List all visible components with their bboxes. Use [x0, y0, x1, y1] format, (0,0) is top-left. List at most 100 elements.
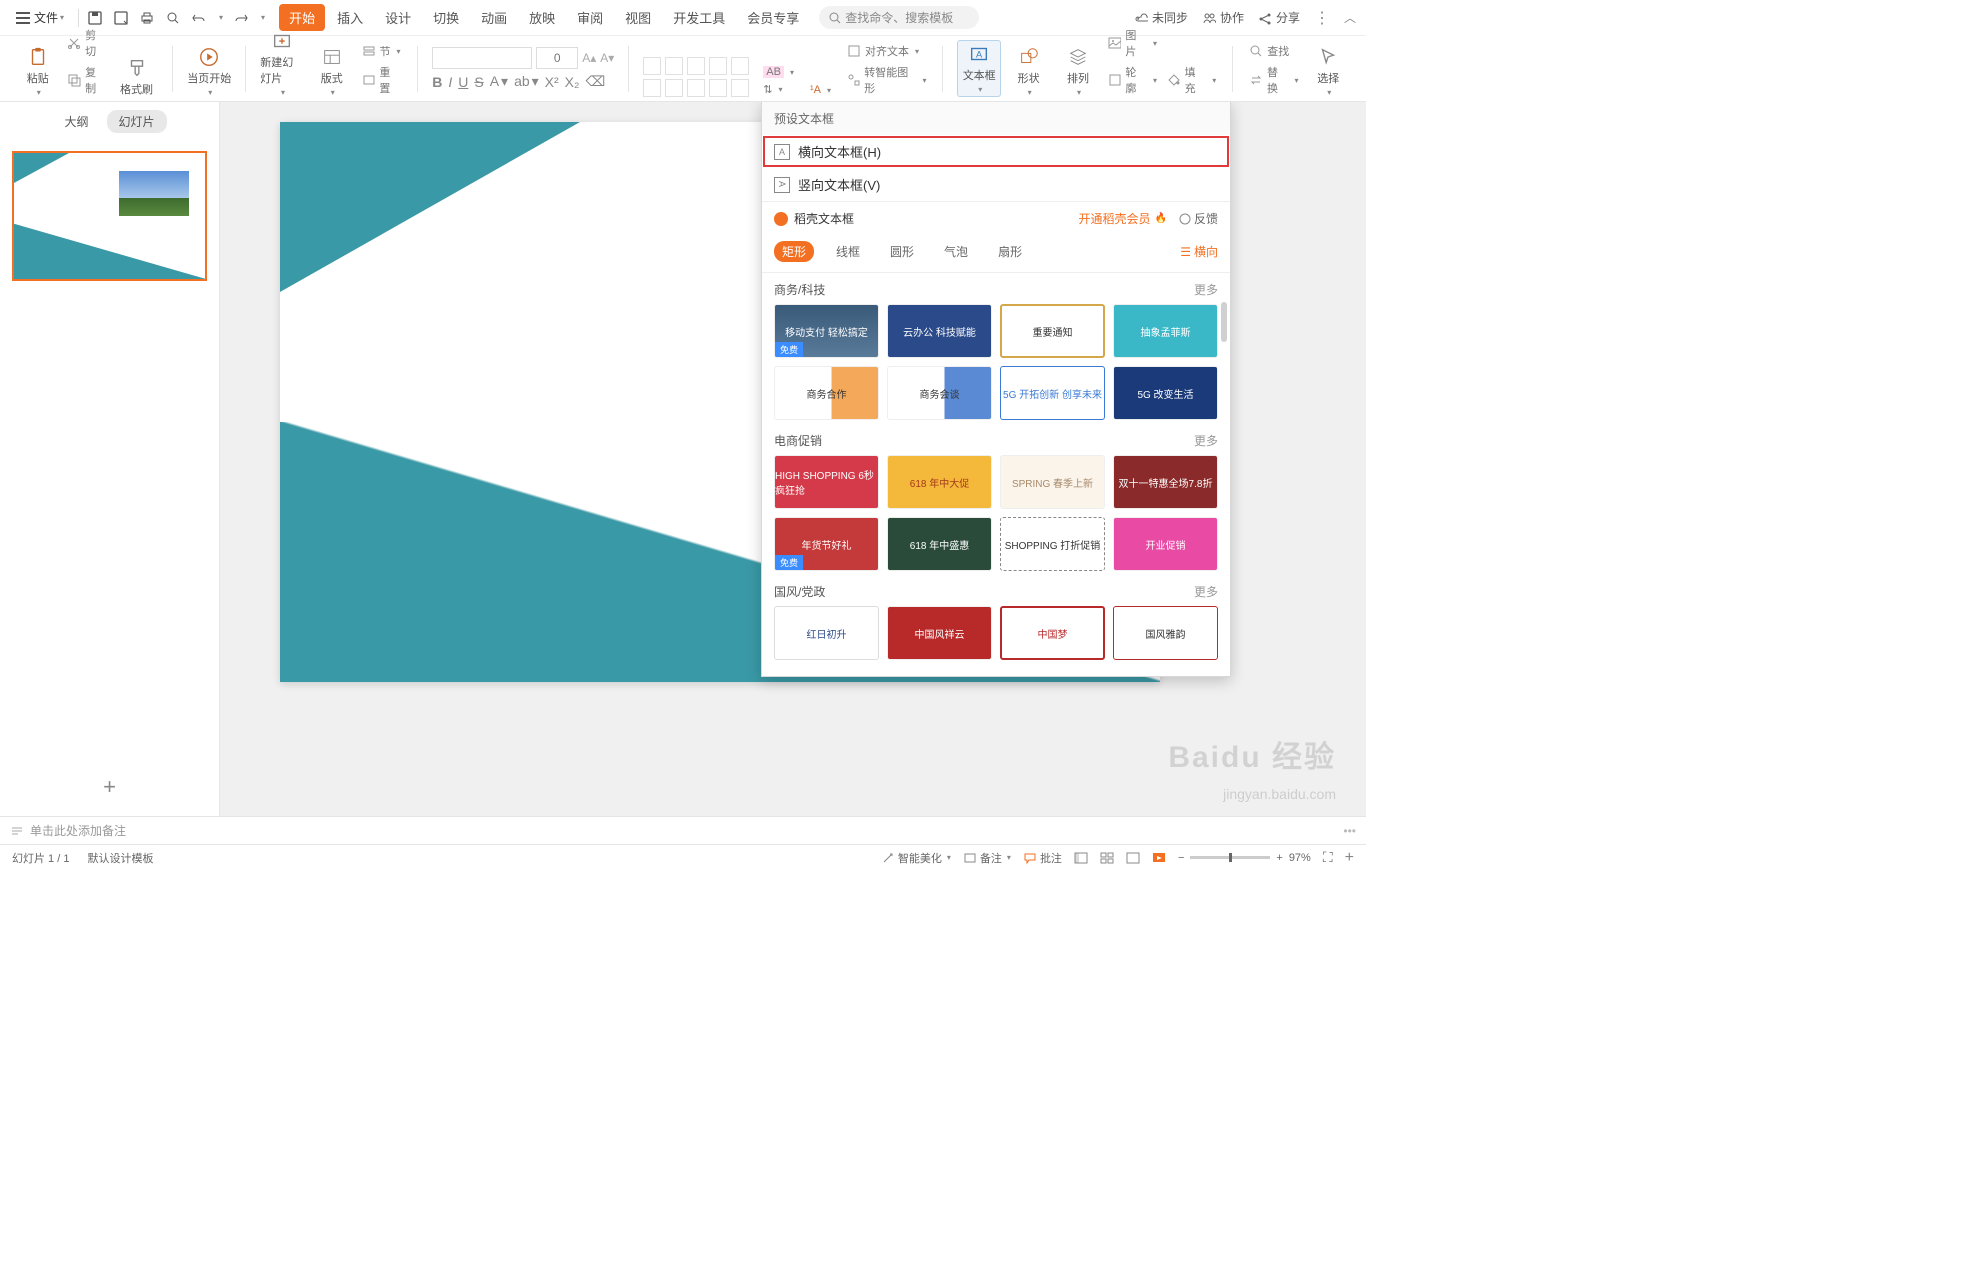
section-biz-more[interactable]: 更多 — [1194, 281, 1218, 298]
more-menu-icon[interactable]: ⋮ — [1314, 8, 1330, 28]
indent-dec-button[interactable] — [687, 57, 705, 75]
align-right-button[interactable] — [687, 79, 705, 97]
vertical-textbox-option[interactable]: A 竖向文本框(V) — [762, 168, 1230, 201]
template-card[interactable]: 618 年中盛惠 — [887, 517, 992, 571]
new-slide-button[interactable]: 新建幻灯片▾ — [260, 30, 304, 97]
clear-format-button[interactable]: ⌫ — [585, 73, 605, 90]
template-card[interactable]: 移动支付 轻松搞定免费 — [774, 304, 879, 358]
save-icon[interactable] — [87, 10, 103, 26]
tab-slideshow[interactable]: 放映 — [519, 4, 565, 31]
tab-design[interactable]: 设计 — [375, 4, 421, 31]
format-painter-button[interactable]: 格式刷 — [115, 57, 158, 97]
underline-button[interactable]: U — [458, 74, 468, 90]
highlight-button[interactable]: ab▾ — [514, 73, 539, 90]
zoom-slider[interactable] — [1190, 856, 1270, 859]
command-search[interactable]: 查找命令、搜索模板 — [819, 6, 979, 29]
paste-button[interactable]: 粘贴▾ — [16, 46, 59, 97]
view-normal-icon[interactable] — [1074, 851, 1088, 865]
comment-toggle[interactable]: 批注 — [1023, 850, 1062, 866]
zoom-in-button[interactable]: + — [1276, 852, 1282, 864]
replace-button[interactable]: 替换▾ — [1247, 63, 1300, 97]
indent-inc-button[interactable] — [709, 57, 727, 75]
select-button[interactable]: 选择▾ — [1307, 46, 1350, 97]
coop-button[interactable]: 协作 — [1202, 9, 1244, 26]
start-from-current-button[interactable]: 当页开始▾ — [187, 46, 231, 97]
notes-bar[interactable]: 单击此处添加备注 ••• — [0, 816, 1366, 844]
align-distribute-button[interactable] — [731, 79, 749, 97]
print-icon[interactable] — [139, 10, 155, 26]
status-more-icon[interactable]: ••• — [1343, 824, 1356, 838]
beautify-button[interactable]: 智能美化▾ — [881, 850, 951, 866]
feedback-link[interactable]: 反馈 — [1179, 210, 1218, 227]
decrease-font-icon[interactable]: A▾ — [600, 51, 614, 65]
bullets-button[interactable] — [643, 57, 661, 75]
copy-button[interactable]: 复制 — [65, 63, 108, 97]
tab-view[interactable]: 视图 — [615, 4, 661, 31]
textbox-button[interactable]: A 文本框▾ — [957, 40, 1001, 97]
tab-insert[interactable]: 插入 — [327, 4, 373, 31]
undo-icon[interactable] — [191, 10, 207, 26]
dropdown-scrollbar[interactable] — [1221, 302, 1227, 342]
template-card[interactable]: 中国梦 — [1000, 606, 1105, 660]
cat-rect[interactable]: 矩形 — [774, 241, 814, 262]
template-card[interactable]: 开业促销 — [1113, 517, 1218, 571]
tab-devtools[interactable]: 开发工具 — [663, 4, 735, 31]
slideshow-icon[interactable] — [1152, 851, 1166, 865]
redo-dropdown[interactable]: ▾ — [261, 13, 265, 22]
template-card[interactable]: 双十一特惠全场7.8折 — [1113, 455, 1218, 509]
add-slide-button[interactable]: + — [0, 758, 219, 816]
arrange-button[interactable]: 排列▾ — [1056, 46, 1099, 97]
picture-button[interactable]: 图片▾ — [1106, 26, 1159, 60]
cat-circle[interactable]: 圆形 — [882, 241, 922, 262]
sync-button[interactable]: 未同步 — [1134, 9, 1188, 26]
align-left-button[interactable] — [643, 79, 661, 97]
tab-review[interactable]: 审阅 — [567, 4, 613, 31]
text-direction-button[interactable]: ⇅▾ — [761, 82, 796, 97]
template-card[interactable]: 国风雅韵 — [1113, 606, 1218, 660]
file-menu[interactable]: 文件 ▾ — [10, 7, 70, 28]
template-card[interactable]: 重要通知 — [1000, 304, 1105, 358]
zoom-level[interactable]: 97% — [1289, 852, 1311, 864]
template-card[interactable]: 5G 开拓创新 创享未来 — [1000, 366, 1105, 420]
text-highlight-button[interactable]: AB▾ — [761, 65, 796, 79]
template-card[interactable]: SHOPPING 打折促销 — [1000, 517, 1105, 571]
line-spacing-button[interactable] — [731, 57, 749, 75]
section-promo-more[interactable]: 更多 — [1194, 432, 1218, 449]
template-card[interactable]: 商务合作 — [774, 366, 879, 420]
template-card[interactable]: 年货节好礼免费 — [774, 517, 879, 571]
template-card[interactable]: SPRING 春季上新 — [1000, 455, 1105, 509]
shape-button[interactable]: 形状▾ — [1007, 46, 1050, 97]
template-card[interactable]: HIGH SHOPPING 6秒疯狂抢 — [774, 455, 879, 509]
share-button[interactable]: 分享 — [1258, 9, 1300, 26]
vertical-align-button[interactable]: ¹A▾ — [808, 83, 833, 97]
fit-window-button[interactable]: ⛶ — [1323, 849, 1333, 866]
section-guofeng-more[interactable]: 更多 — [1194, 583, 1218, 600]
outline-tab[interactable]: 大纲 — [52, 110, 100, 133]
strike-button[interactable]: S — [474, 74, 483, 90]
numbering-button[interactable] — [665, 57, 683, 75]
zoom-out-button[interactable]: − — [1178, 852, 1184, 864]
orientation-filter[interactable]: ☰ 横向 — [1180, 243, 1218, 260]
status-add-button[interactable]: + — [1345, 849, 1354, 867]
template-card[interactable]: 红日初升 — [774, 606, 879, 660]
redo-icon[interactable] — [233, 10, 249, 26]
font-name-select[interactable] — [432, 47, 532, 69]
template-card[interactable]: 云办公 科技赋能 — [887, 304, 992, 358]
tab-animation[interactable]: 动画 — [471, 4, 517, 31]
view-sorter-icon[interactable] — [1100, 851, 1114, 865]
horizontal-textbox-option[interactable]: A 横向文本框(H) — [762, 135, 1230, 168]
reset-button[interactable]: 重置 — [360, 63, 404, 97]
section-button[interactable]: 节▾ — [360, 42, 404, 60]
notes-toggle[interactable]: 备注▾ — [963, 850, 1011, 866]
template-card[interactable]: 商务会谈 — [887, 366, 992, 420]
smart-shape-button[interactable]: 转智能图形▾ — [845, 63, 928, 97]
open-member-link[interactable]: 开通稻壳会员🔥 — [1079, 210, 1167, 227]
find-button[interactable]: 查找 — [1247, 42, 1300, 60]
outline-button[interactable]: 轮廓▾ — [1106, 63, 1159, 97]
tab-start[interactable]: 开始 — [279, 4, 325, 31]
font-size-select[interactable]: 0 — [536, 47, 578, 69]
template-card[interactable]: 抽象孟菲斯 — [1113, 304, 1218, 358]
subscript-button[interactable]: X₂ — [565, 74, 580, 90]
print-preview-icon[interactable] — [165, 10, 181, 26]
cat-line[interactable]: 线框 — [828, 241, 868, 262]
